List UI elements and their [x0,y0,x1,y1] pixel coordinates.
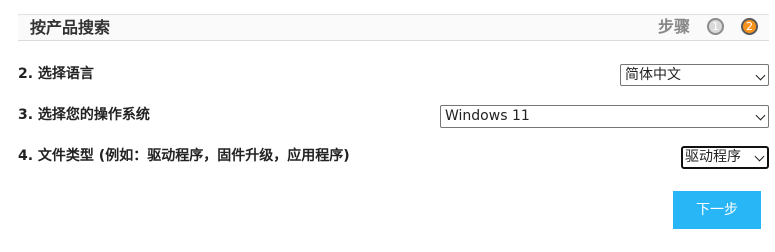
language-label: 2. 选择语言 [18,66,94,82]
search-by-product-header: 按产品搜索 步骤 1 2 [18,14,769,41]
chevron-down-icon [755,70,766,81]
steps-label: 步骤 [658,17,691,36]
os-select[interactable]: Windows 11 [440,105,769,128]
file-type-label: 4. 文件类型 (例如：驱动程序，固件升级，应用程序) [18,148,350,164]
file-type-select-value: 驱动程序 [685,149,741,165]
chevron-down-icon [755,110,766,121]
step-1-indicator: 1 [707,18,724,35]
next-step-button[interactable]: 下一步 [673,191,761,229]
os-select-value: Windows 11 [445,108,530,124]
page-title: 按产品搜索 [30,18,111,37]
step-2-indicator: 2 [741,18,758,35]
file-type-select[interactable]: 驱动程序 [681,146,769,169]
language-select-value: 简体中文 [625,67,681,83]
os-label: 3. 选择您的操作系统 [18,107,150,123]
chevron-down-icon [754,151,765,162]
language-select[interactable]: 简体中文 [620,64,769,86]
